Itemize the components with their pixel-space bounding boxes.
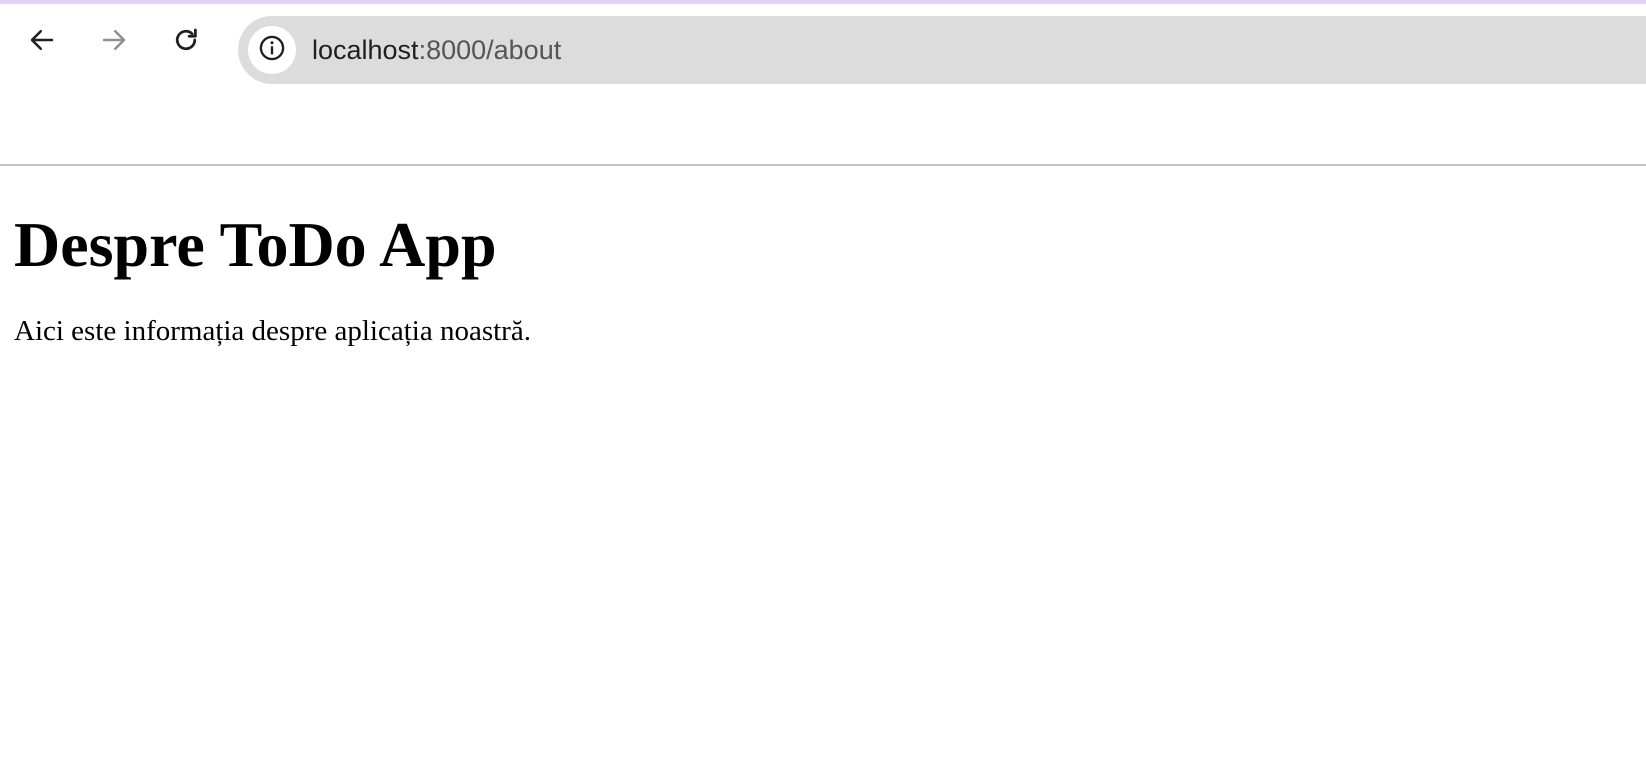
address-bar[interactable]: localhost:8000/about (238, 16, 1646, 84)
reload-icon (171, 25, 201, 55)
forward-button[interactable] (94, 20, 134, 60)
reload-button[interactable] (166, 20, 206, 60)
url-text[interactable]: localhost:8000/about (312, 16, 561, 84)
page-content: Despre ToDo App Aici este informația des… (14, 166, 1614, 349)
url-host: localhost (312, 35, 419, 65)
site-info-button[interactable] (248, 26, 296, 74)
page-description: Aici este informația despre aplicația no… (14, 315, 531, 348)
browser-toolbar: localhost:8000/about (0, 4, 1646, 100)
page-title: Despre ToDo App (14, 209, 497, 280)
back-arrow-icon (27, 25, 57, 55)
forward-arrow-icon (99, 25, 129, 55)
info-icon (258, 34, 286, 67)
back-button[interactable] (22, 20, 62, 60)
url-path: :8000/about (418, 35, 562, 65)
